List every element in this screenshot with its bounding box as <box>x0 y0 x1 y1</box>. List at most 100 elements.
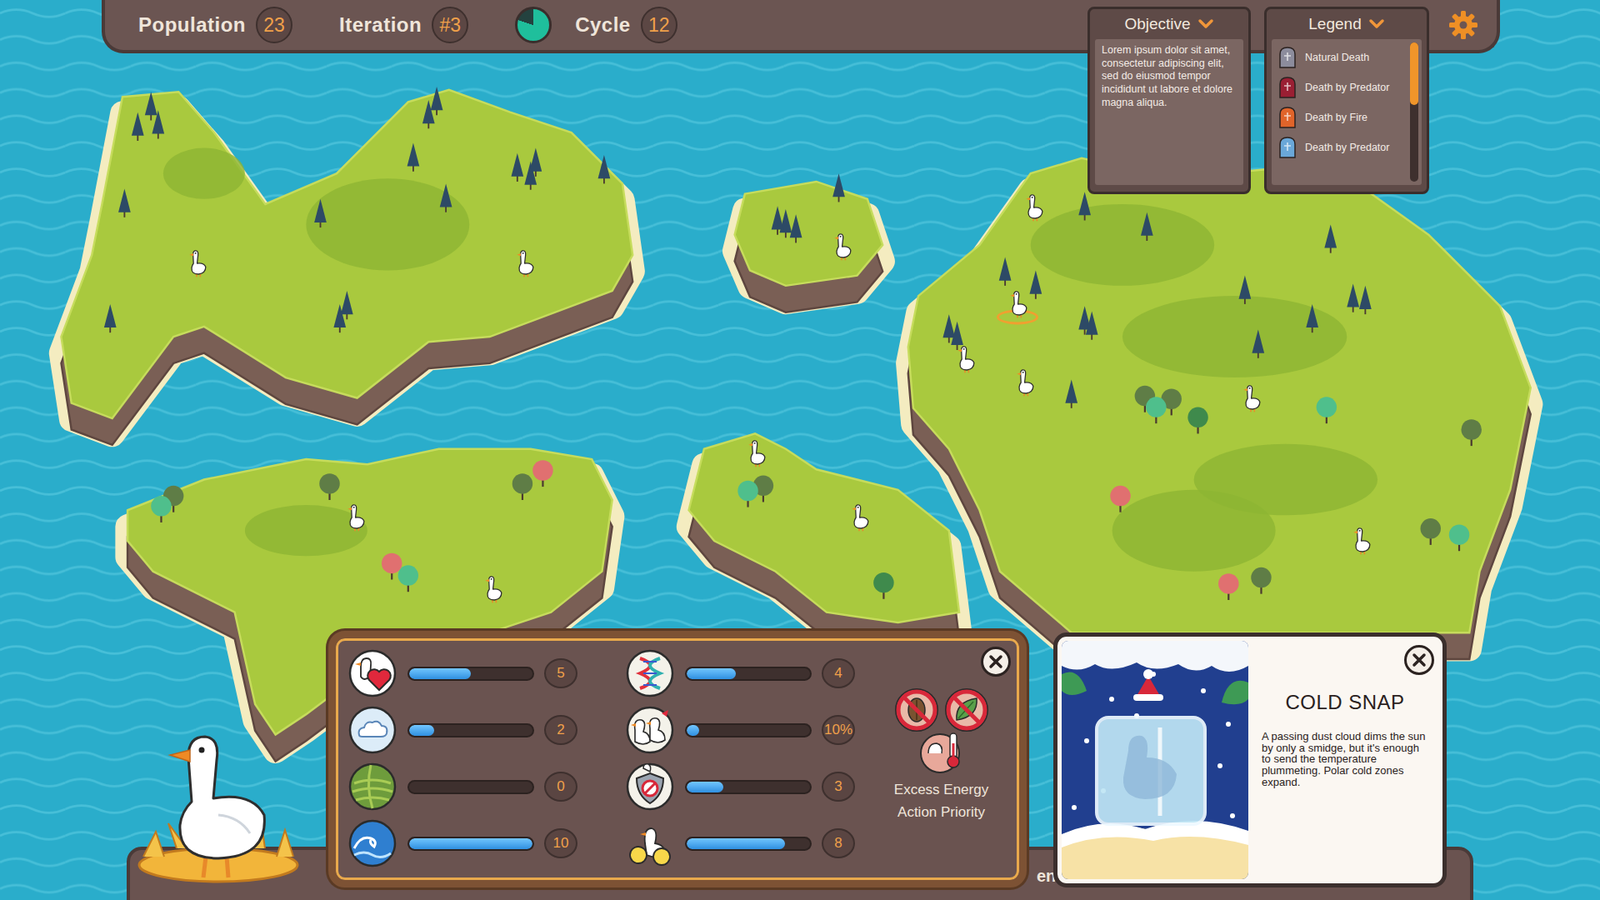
stat: Population 23 <box>138 6 293 44</box>
trait-value: 8 <box>821 828 855 859</box>
pine-tree-icon <box>832 173 845 202</box>
pine-tree-icon <box>430 86 444 115</box>
scroll-thumb[interactable] <box>1410 42 1419 105</box>
goose-on-nest-icon <box>126 731 306 886</box>
goose-marker[interactable] <box>1350 525 1372 555</box>
trait-row: 8 <box>625 818 855 869</box>
goose-icon <box>848 502 870 532</box>
goose-marker[interactable] <box>954 345 976 375</box>
island <box>60 90 633 445</box>
round-tree-icon <box>1449 524 1470 551</box>
trait-bar <box>407 666 535 681</box>
pine-tree-icon <box>790 214 803 243</box>
goose-marker[interactable] <box>481 574 504 604</box>
trait-bar-fill <box>686 838 785 850</box>
settings-gear-icon[interactable] <box>1448 10 1479 40</box>
legend-item: Natural Death <box>1276 42 1407 73</box>
seed-diet-icon[interactable] <box>893 686 940 734</box>
close-event-button[interactable] <box>1404 645 1435 675</box>
trait-bar <box>407 780 535 795</box>
round-tree-icon <box>1460 419 1481 446</box>
trait-bar-fill <box>409 668 471 680</box>
trait-value: 5 <box>544 658 578 689</box>
close-stats-button[interactable] <box>980 646 1011 677</box>
flock-icon <box>625 705 675 755</box>
island <box>735 181 884 313</box>
round-tree-icon <box>1145 396 1166 424</box>
pine-tree-icon <box>1140 212 1154 241</box>
stat-label: Cycle <box>575 13 631 37</box>
legend-scrollbar[interactable] <box>1410 42 1419 182</box>
island <box>908 158 1531 660</box>
event-illustration <box>1061 640 1249 880</box>
trait-row: 5 <box>347 648 578 699</box>
trait-value: 0 <box>544 771 578 802</box>
goose-marker[interactable] <box>848 502 870 532</box>
pine-tree-icon <box>999 257 1012 286</box>
trait-bar-fill <box>686 781 724 793</box>
pine-tree-icon <box>771 205 785 235</box>
ocean <box>0 0 1600 900</box>
stat: Iteration #3 <box>339 6 469 44</box>
trait-value: 2 <box>544 715 578 745</box>
trait-value: 10 <box>544 828 578 859</box>
goose-marker[interactable] <box>745 438 767 468</box>
chicks-icon <box>625 818 675 869</box>
pine-tree-icon <box>151 110 165 139</box>
wave-icon <box>347 818 398 869</box>
trait-value: 4 <box>821 658 855 689</box>
objective-header[interactable]: Objective <box>1090 9 1249 40</box>
pine-tree-icon <box>1030 270 1043 299</box>
trait-value: 3 <box>821 771 855 802</box>
trait-row: 2 <box>347 705 578 755</box>
field-icon <box>347 761 398 812</box>
pine-tree-icon <box>1359 285 1372 315</box>
pine-tree-icon <box>1251 330 1265 359</box>
trait-row: 3 <box>625 761 855 812</box>
goose-marker[interactable] <box>513 248 535 278</box>
trait-bar-fill <box>686 668 736 680</box>
event-description: A passing dust cloud dims the sun by onl… <box>1261 730 1429 788</box>
heart-icon <box>347 648 398 699</box>
cloud-icon <box>347 705 398 755</box>
trait-bar <box>685 666 812 681</box>
trait-bar-fill <box>409 838 533 850</box>
goose-marker[interactable] <box>1240 383 1262 413</box>
goose-marker[interactable] <box>1006 289 1029 319</box>
leaf-diet-icon[interactable] <box>943 686 990 734</box>
trait-bar <box>685 836 812 851</box>
round-tree-icon <box>1187 407 1208 435</box>
pine-tree-icon <box>950 321 964 350</box>
pine-tree-icon <box>1346 283 1360 312</box>
priority-label: Action Priority <box>897 800 985 824</box>
selected-goose-portrait <box>126 731 306 886</box>
chevron-down-icon <box>1368 18 1385 30</box>
legend-item: Death by Predator <box>1276 72 1407 103</box>
goose-marker[interactable] <box>830 232 853 262</box>
death-cause-icon <box>1276 105 1299 130</box>
pine-tree-icon <box>440 183 453 212</box>
event-card: COLD SNAP A passing dust cloud dims the … <box>1053 632 1447 888</box>
round-tree-icon <box>1420 518 1440 545</box>
cycle-pie-icon <box>515 6 552 44</box>
legend-header[interactable]: Legend <box>1266 9 1427 40</box>
stat-label: Population <box>138 13 246 37</box>
goose-marker[interactable] <box>1013 368 1035 398</box>
death-cause-icon <box>1276 45 1299 70</box>
trait-row: 10% <box>625 705 855 755</box>
shield-icon <box>625 761 675 812</box>
round-tree-icon <box>1250 567 1271 595</box>
chevron-down-icon <box>1197 18 1215 30</box>
goose-icon <box>344 502 366 532</box>
round-tree-icon <box>1218 573 1239 600</box>
round-tree-icon <box>873 572 894 600</box>
goose-marker[interactable] <box>1022 192 1045 222</box>
goose-marker[interactable] <box>185 248 208 278</box>
pine-tree-icon <box>422 100 435 129</box>
goose-marker[interactable] <box>344 502 366 532</box>
goose-icon <box>1006 289 1029 319</box>
close-icon <box>988 654 1004 670</box>
goose-icon <box>1350 525 1372 555</box>
stat-value: #3 <box>431 6 469 44</box>
energy-thermometer-icon[interactable] <box>918 728 965 775</box>
